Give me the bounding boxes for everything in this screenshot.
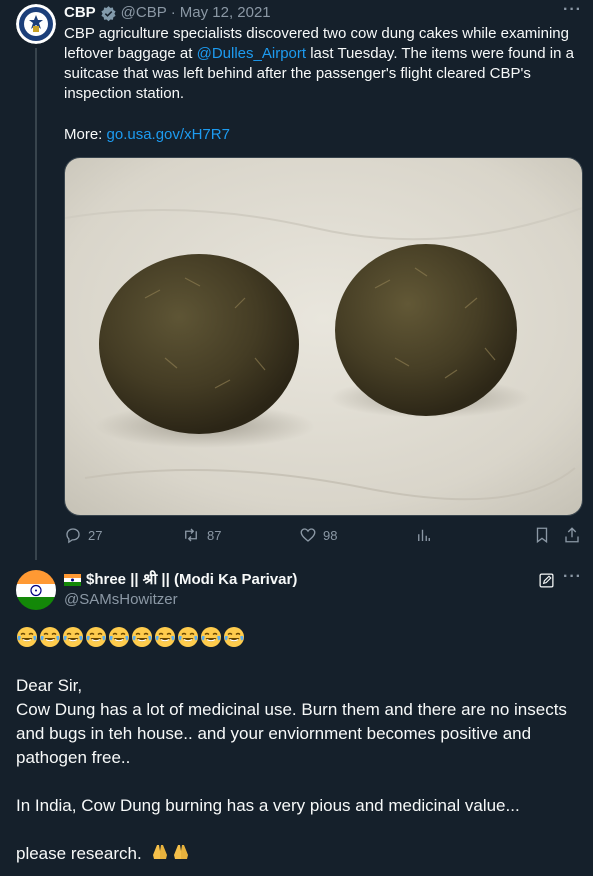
- like-count: 98: [323, 527, 338, 543]
- more-url-link[interactable]: go.usa.gov/xH7R7: [107, 126, 230, 143]
- cbp-seal-icon[interactable]: [16, 4, 56, 44]
- edit-icon[interactable]: [538, 572, 555, 594]
- like-icon: [300, 528, 316, 542]
- reply-paragraph-1: Cow Dung has a lot of medicinal use. Bur…: [16, 700, 567, 767]
- reply-paragraph-2: In India, Cow Dung burning has a very pi…: [16, 796, 520, 815]
- reply-text: Dear Sir, Cow Dung has a lot of medicina…: [16, 674, 586, 866]
- tears-of-joy-emoji: [109, 627, 129, 647]
- mention-link[interactable]: @Dulles_Airport: [197, 45, 306, 62]
- share-icon: [565, 527, 579, 543]
- tweet-header: CBP @CBP · May 12, 2021: [64, 3, 271, 23]
- tears-of-joy-emoji: [201, 627, 221, 647]
- reply-button[interactable]: 27: [64, 526, 102, 544]
- reply-paragraph-3: please research.: [16, 844, 142, 863]
- india-flag-icon[interactable]: [16, 570, 56, 610]
- repost-icon: [185, 528, 197, 542]
- tears-of-joy-emoji: [178, 627, 198, 647]
- more-icon[interactable]: ···: [563, 568, 582, 586]
- tears-of-joy-emoji: [40, 627, 60, 647]
- tweet-actions: 27 87 98: [64, 526, 584, 546]
- repost-count: 87: [207, 527, 222, 543]
- reply-author-name[interactable]: $hree || श्री || (Modi Ka Parivar): [86, 570, 297, 590]
- thread-line: [35, 48, 37, 560]
- bookmark-button[interactable]: [533, 526, 551, 544]
- reply-icon: [66, 528, 80, 544]
- cow-dung-cakes-image: [65, 158, 582, 515]
- verified-icon: [100, 5, 117, 22]
- share-button[interactable]: [563, 526, 581, 544]
- author-handle[interactable]: @CBP: [121, 3, 167, 23]
- tweet-date[interactable]: May 12, 2021: [180, 3, 271, 23]
- reply-count: 27: [88, 527, 103, 543]
- more-icon[interactable]: ···: [563, 1, 582, 19]
- reply-greeting: Dear Sir,: [16, 676, 83, 695]
- tweet-text: CBP agriculture specialists discovered t…: [64, 24, 586, 104]
- tears-of-joy-emoji: [155, 627, 175, 647]
- author-name[interactable]: CBP: [64, 3, 96, 23]
- flag-emoji: [64, 574, 81, 586]
- tears-of-joy-emoji: [132, 627, 152, 647]
- tears-of-joy-emoji: [86, 627, 106, 647]
- separator: ·: [170, 4, 176, 21]
- tears-of-joy-emoji: [224, 627, 244, 647]
- reply-header: $hree || श्री || (Modi Ka Parivar): [64, 570, 297, 590]
- views-icon: [418, 529, 430, 541]
- views-button[interactable]: [415, 526, 433, 544]
- tears-of-joy-emoji: [63, 627, 83, 647]
- emoji-row: [16, 626, 245, 648]
- more-label: More:: [64, 126, 107, 143]
- like-button[interactable]: 98: [299, 526, 337, 544]
- folded-hands-emoji: [150, 842, 191, 862]
- repost-button[interactable]: 87: [181, 526, 221, 544]
- more-line: More: go.usa.gov/xH7R7: [64, 125, 230, 145]
- tears-of-joy-emoji: [17, 627, 37, 647]
- bookmark-icon: [536, 527, 548, 544]
- reply-author-handle[interactable]: @SAMsHowitzer: [64, 590, 178, 610]
- reply-handle-row: @SAMsHowitzer: [64, 590, 178, 610]
- tweet-photo[interactable]: [64, 157, 583, 516]
- reply-paragraph-3-line: please research.: [16, 842, 586, 866]
